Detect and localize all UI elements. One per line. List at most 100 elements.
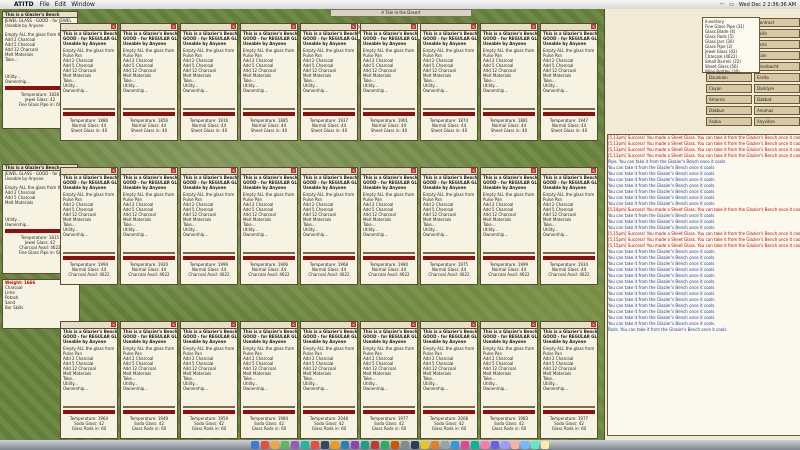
skill-tab[interactable]: Elrenbacht [754, 62, 800, 71]
game-view[interactable]: A Tale in the Desert Year 1, Akhet 3-4, … [0, 9, 800, 440]
glazier-bench-window[interactable]: × This is a Glazier's Bench GOOD - for REG… [420, 23, 478, 141]
bench-ownership[interactable]: Ownership... [303, 88, 355, 93]
dock-app-icon[interactable] [491, 441, 499, 449]
close-icon[interactable]: × [351, 322, 356, 327]
skill-tab[interactable]: Amarna [706, 95, 752, 104]
skill-tab[interactable]: Contract [754, 18, 800, 27]
glazier-bench-window[interactable]: × This is a Glazier's Bench GOOD - for REG… [240, 167, 298, 285]
bench-ownership[interactable]: Ownership... [543, 88, 595, 93]
bench-ownership[interactable]: Ownership... [423, 232, 475, 237]
bench-ownership[interactable]: Ownership... [123, 386, 175, 391]
dock-app-icon[interactable] [341, 441, 349, 449]
app-name[interactable]: ATITD [14, 1, 34, 8]
skill-tab[interactable]: Dzunkian [706, 73, 752, 82]
bench-ownership[interactable]: Ownership... [483, 386, 535, 391]
bench-ownership[interactable]: Ownership... [363, 232, 415, 237]
close-icon[interactable]: × [411, 168, 416, 173]
inventory-panel[interactable]: Inventory Fine Glass Pipe (31) Glass Blade… [702, 17, 760, 74]
dock-app-icon[interactable] [431, 441, 439, 449]
glazier-bench-window[interactable]: × This is a Glazier's Bench GOOD - for REG… [480, 167, 538, 285]
close-icon[interactable]: × [291, 168, 296, 173]
battery-icon[interactable]: ▭ [729, 2, 734, 8]
close-icon[interactable]: × [591, 168, 596, 173]
menu-file[interactable]: File [40, 1, 50, 8]
bench-ownership[interactable]: Ownership... [183, 232, 235, 237]
dock-app-icon[interactable] [531, 441, 539, 449]
glazier-bench-window[interactable]: × This is a Glazier's Bench GOOD - for REG… [360, 167, 418, 285]
clock[interactable]: Wed Dec 2 2:36:36 AM [739, 2, 796, 8]
dock-app-icon[interactable] [351, 441, 359, 449]
glazier-bench-window[interactable]: × This is a Glazier's Bench GOOD - for REG… [120, 321, 178, 439]
skill-tab[interactable]: Dakbat [754, 95, 800, 104]
bench-ownership[interactable]: Ownership... [243, 386, 295, 391]
dock-app-icon[interactable] [331, 441, 339, 449]
close-icon[interactable]: × [231, 168, 236, 173]
skill-tab[interactable]: Coyan [706, 84, 752, 93]
dock-app-icon[interactable] [361, 441, 369, 449]
bench-ownership[interactable]: Ownership... [63, 88, 115, 93]
close-icon[interactable]: × [171, 24, 176, 29]
dock-app-icon[interactable] [261, 441, 269, 449]
glazier-bench-window[interactable]: × This is a Glazier's Bench GOOD - for REG… [120, 23, 178, 141]
skill-tab[interactable]: Asaka [706, 117, 752, 126]
dock-app-icon[interactable] [461, 441, 469, 449]
skill-tab[interactable]: Dakbun [706, 106, 752, 115]
close-icon[interactable]: × [291, 24, 296, 29]
glazier-bench-window[interactable]: × This is a Glazier's Bench GOOD - for REG… [240, 321, 298, 439]
glazier-bench-window[interactable]: × This is a Glazier's Bench GOOD - for REG… [180, 23, 238, 141]
chat-log[interactable]: [5,13pm] Success! You made a Sheet Glass… [607, 134, 800, 436]
dock-app-icon[interactable] [401, 441, 409, 449]
dock-app-icon[interactable] [301, 441, 309, 449]
glazier-bench-window[interactable]: × This is a Glazier's Bench GOOD - for REG… [480, 321, 538, 439]
skill-tab[interactable]: Tests [754, 40, 800, 49]
dock-app-icon[interactable] [471, 441, 479, 449]
dock-app-icon[interactable] [521, 441, 529, 449]
skill-tab[interactable]: Darklyre [754, 84, 800, 93]
skill-tab[interactable]: Anyvibra [754, 117, 800, 126]
close-icon[interactable]: × [291, 322, 296, 327]
glazier-bench-window[interactable]: × This is a Glazier's Bench GOOD - for REG… [540, 321, 598, 439]
close-icon[interactable]: × [171, 168, 176, 173]
bench-ownership[interactable]: Ownership... [123, 232, 175, 237]
bench-ownership[interactable]: Ownership... [243, 232, 295, 237]
dock-app-icon[interactable] [451, 441, 459, 449]
dock-app-icon[interactable] [321, 441, 329, 449]
skill-tab[interactable]: Anumas [754, 106, 800, 115]
close-icon[interactable]: × [411, 322, 416, 327]
glazier-bench-window[interactable]: × This is a Glazier's Bench GOOD - for REG… [180, 167, 238, 285]
glazier-bench-window[interactable]: × This is a Glazier's Bench GOOD - for REG… [300, 167, 358, 285]
dock-app-icon[interactable] [291, 441, 299, 449]
inventory-item[interactable]: Wine Bottles (30) [705, 69, 757, 74]
dock-app-icon[interactable] [281, 441, 289, 449]
close-icon[interactable]: × [111, 322, 116, 327]
close-icon[interactable]: × [111, 168, 116, 173]
glazier-bench-window[interactable]: × This is a Glazier's Bench GOOD - for REG… [420, 167, 478, 285]
close-icon[interactable]: × [531, 168, 536, 173]
bench-ownership[interactable]: Ownership... [483, 232, 535, 237]
bench-ownership[interactable]: Ownership... [123, 88, 175, 93]
menu-window[interactable]: Window [71, 1, 95, 8]
bench-ownership[interactable]: Ownership... [423, 386, 475, 391]
bench-ownership[interactable]: Ownership... [303, 386, 355, 391]
glazier-bench-window[interactable]: × This is a Glazier's Bench GOOD - for REG… [540, 167, 598, 285]
bench-ownership[interactable]: Ownership... [363, 88, 415, 93]
close-icon[interactable]: × [411, 24, 416, 29]
glazier-bench-window[interactable]: × This is a Glazier's Bench GOOD - for REG… [60, 23, 118, 141]
close-icon[interactable]: × [531, 24, 536, 29]
glazier-bench-window[interactable]: × This is a Glazier's Bench GOOD - for REG… [360, 23, 418, 141]
close-icon[interactable]: × [591, 322, 596, 327]
glazier-bench-window[interactable]: × This is a Glazier's Bench GOOD - for REG… [300, 321, 358, 439]
glazier-bench-window[interactable]: × This is a Glazier's Bench GOOD - for REG… [60, 167, 118, 285]
bench-ownership[interactable]: Ownership... [303, 232, 355, 237]
bench-ownership[interactable]: Ownership... [543, 232, 595, 237]
dock-app-icon[interactable] [481, 441, 489, 449]
dock-app-icon[interactable] [381, 441, 389, 449]
close-icon[interactable]: × [471, 168, 476, 173]
skill-tab[interactable]: Erelta [754, 73, 800, 82]
dock-app-icon[interactable] [441, 441, 449, 449]
dock-app-icon[interactable] [421, 441, 429, 449]
dock-app-icon[interactable] [541, 441, 549, 449]
dock-app-icon[interactable] [371, 441, 379, 449]
menu-edit[interactable]: Edit [55, 1, 67, 8]
dock-app-icon[interactable] [391, 441, 399, 449]
